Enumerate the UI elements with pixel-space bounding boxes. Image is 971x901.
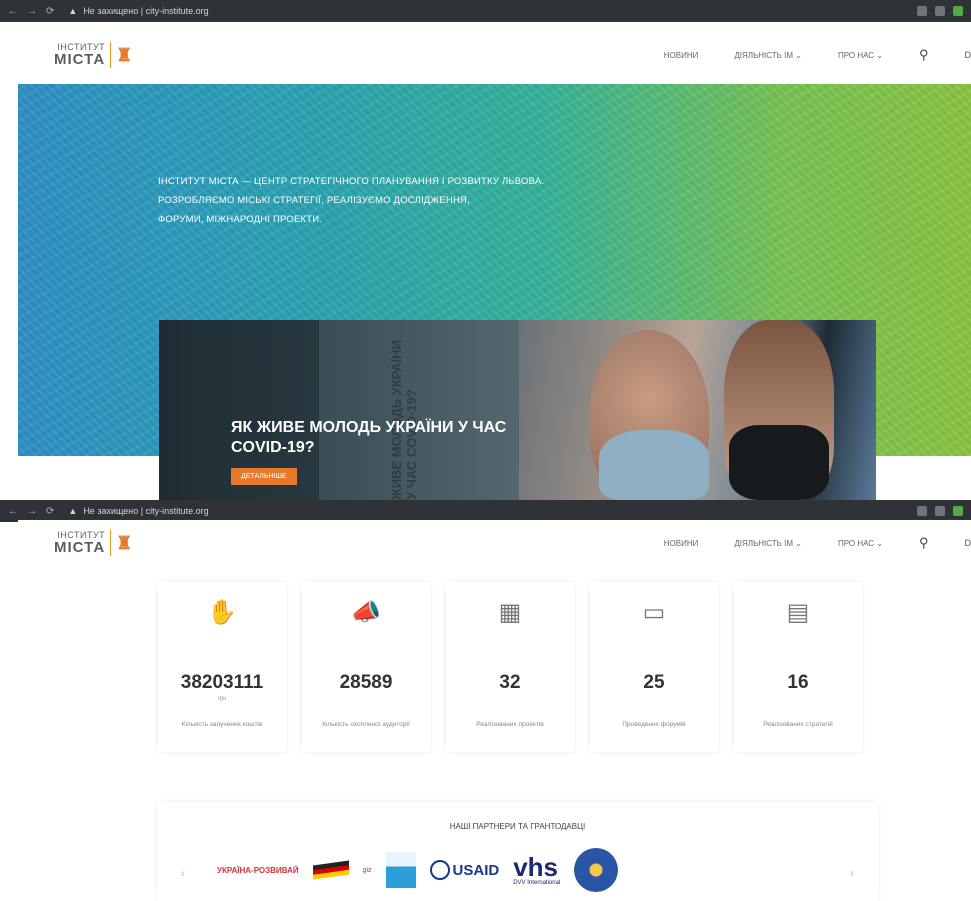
reload-icon[interactable]: ⟳ — [46, 506, 54, 517]
url-text: Не захищено | city-institute.org — [83, 506, 209, 516]
stat-value: 32 — [499, 672, 521, 693]
vhs-text: vhs — [513, 852, 559, 882]
usaid-text: USAID — [452, 861, 500, 879]
partners-section: НАШІ ПАРТНЕРИ ТА ГРАНТОДАВЦІ ‹ › УКРАЇНА… — [157, 802, 878, 901]
partner-logo-germany[interactable] — [312, 860, 349, 880]
stat-card: ▭ 25 Проведених форумів — [590, 582, 718, 752]
stat-card: ▦ 32 Реалізованих проектів — [446, 582, 574, 752]
feature-photo — [519, 320, 876, 500]
extension-icon[interactable] — [917, 6, 927, 16]
stat-card: ▤ 16 Реалізованих стратегій — [734, 582, 862, 752]
woman-mask-image — [729, 425, 829, 500]
nav-news[interactable]: НОВИНИ — [664, 539, 699, 548]
forward-icon[interactable]: → — [27, 506, 37, 517]
stat-card: 📣 28589 Кількість охопленої аудиторії — [302, 582, 430, 752]
partners-title: НАШІ ПАРТНЕРИ ТА ГРАНТОДАВЦІ — [449, 822, 586, 831]
main-nav: НОВИНИ ДІЯЛЬНІСТЬ ІМ ⌄ ПРО НАС ⌄ ⚲ D — [664, 47, 971, 63]
logo-divider — [110, 42, 112, 68]
nav-activity[interactable]: ДІЯЛЬНІСТЬ ІМ ⌄ — [734, 539, 802, 548]
logo-line2: МІСТА — [54, 51, 106, 68]
partner-logo-blue[interactable] — [385, 852, 416, 888]
stat-label: Кількість залучених коштів — [181, 721, 263, 728]
lion-icon: ♜ — [116, 532, 133, 553]
nav-news[interactable]: НОВИНИ — [664, 51, 699, 60]
search-icon[interactable]: ⚲ — [919, 47, 929, 63]
stats-row: ✋ 38203111 грн Кількість залучених кошті… — [158, 582, 878, 752]
extension-green-icon[interactable] — [953, 6, 963, 16]
profile-icon[interactable] — [935, 6, 945, 16]
stat-label: Кількість охопленої аудиторії — [322, 721, 410, 728]
browser-toolbar-2: ← → ⟳ ▲ Не захищено | city-institute.org — [0, 500, 971, 522]
partner-logo-ukraine[interactable]: УКРАЇНА-РОЗВИВАЙ — [217, 866, 299, 875]
lion-icon: ♜ — [116, 44, 133, 65]
details-button[interactable]: ДЕТАЛЬНІШЕ — [231, 468, 297, 485]
prev-arrow-icon[interactable]: ‹ — [181, 866, 185, 880]
nav-extra[interactable]: D — [965, 50, 971, 60]
site-header: ІНСТИТУТ МІСТА ♜ НОВИНИ ДІЯЛЬНІСТЬ ІМ ⌄ … — [18, 26, 971, 84]
hand-coin-icon: ✋ — [207, 599, 237, 626]
address-bar[interactable]: ▲ Не захищено | city-institute.org — [68, 506, 208, 516]
megaphone-icon: 📣 — [351, 599, 381, 626]
stat-value: 38203111 — [180, 672, 264, 693]
back-icon[interactable]: ← — [8, 6, 18, 17]
reload-icon[interactable]: ⟳ — [46, 6, 54, 17]
search-icon[interactable]: ⚲ — [919, 535, 929, 551]
hero-line2: РОЗРОБЛЯЄМО МІСЬКІ СТРАТЕГІЇ, РЕАЛІЗУЄМО… — [158, 195, 470, 206]
stat-label: Реалізованих проектів — [476, 721, 544, 728]
partner-logo-giz[interactable]: giz — [363, 867, 372, 874]
dvv-text: DVV International — [513, 880, 561, 886]
warning-icon: ▲ — [68, 6, 78, 16]
next-arrow-icon[interactable]: › — [850, 866, 854, 880]
usaid-seal-icon — [429, 860, 450, 880]
hero-text: ІНСТИТУТ МІСТА — ЦЕНТР СТРАТЕГІЧНОГО ПЛА… — [158, 172, 544, 229]
stat-unit: грн — [217, 696, 227, 702]
url-text: Не захищено | city-institute.org — [83, 6, 209, 16]
back-icon[interactable]: ← — [8, 506, 18, 517]
logo-line2: МІСТА — [54, 539, 106, 556]
partner-logos: УКРАЇНА-РОЗВИВАЙ giz USAID vhs DVV Inter… — [217, 845, 817, 895]
nav-activity[interactable]: ДІЯЛЬНІСТЬ ІМ ⌄ — [734, 51, 802, 60]
stat-value: 28589 — [339, 672, 393, 693]
stat-label: Проведених форумів — [622, 721, 686, 728]
address-bar[interactable]: ▲ Не захищено | city-institute.org — [68, 6, 208, 16]
warning-icon: ▲ — [68, 506, 78, 516]
hero-line1: ІНСТИТУТ МІСТА — ЦЕНТР СТРАТЕГІЧНОГО ПЛА… — [158, 176, 545, 187]
stat-card: ✋ 38203111 грн Кількість залучених кошті… — [158, 582, 286, 752]
site-logo[interactable]: ІНСТИТУТ МІСТА ♜ — [54, 42, 132, 68]
site-header-2: ІНСТИТУТ МІСТА ♜ НОВИНИ ДІЯЛЬНІСТЬ ІМ ⌄ … — [18, 520, 971, 566]
forward-icon[interactable]: → — [27, 6, 37, 17]
presentation-icon: ▭ — [642, 599, 666, 626]
logo-divider — [110, 530, 112, 556]
stat-value: 16 — [787, 672, 809, 693]
main-nav: НОВИНИ ДІЯЛЬНІСТЬ ІМ ⌄ ПРО НАС ⌄ ⚲ D — [664, 535, 971, 551]
nav-extra[interactable]: D — [965, 538, 971, 548]
site-logo[interactable]: ІНСТИТУТ МІСТА ♜ — [54, 530, 132, 556]
extension-green-icon[interactable] — [953, 506, 963, 516]
feature-slide[interactable]: ЖИВЕ МОЛОДЬ УКРАЇНИ У ЧАС COVID-19? ЯК Ж… — [159, 320, 876, 500]
extension-icon[interactable] — [917, 506, 927, 516]
partner-logo-vhs[interactable]: vhs DVV International — [513, 854, 560, 886]
profile-icon[interactable] — [935, 506, 945, 516]
stat-label: Реалізованих стратегій — [763, 721, 833, 728]
nav-about[interactable]: ПРО НАС ⌄ — [838, 539, 883, 548]
feature-title: ЯК ЖИВЕ МОЛОДЬ УКРАЇНИ У ЧАС COVID-19? — [231, 419, 507, 456]
partner-logo-usaid[interactable]: USAID — [429, 860, 500, 880]
stat-value: 25 — [643, 672, 665, 693]
nav-about[interactable]: ПРО НАС ⌄ — [838, 51, 883, 60]
map-icon: ▤ — [786, 599, 810, 626]
board-icon: ▦ — [498, 599, 522, 626]
browser-nav-buttons: ← → ⟳ — [0, 6, 54, 17]
browser-toolbar: ← → ⟳ ▲ Не захищено | city-institute.org — [0, 0, 971, 22]
hero-line3: ФОРУМИ, МІЖНАРОДНІ ПРОЕКТИ. — [158, 214, 323, 225]
man-mask-image — [599, 430, 709, 500]
partner-logo-round[interactable] — [574, 848, 619, 892]
